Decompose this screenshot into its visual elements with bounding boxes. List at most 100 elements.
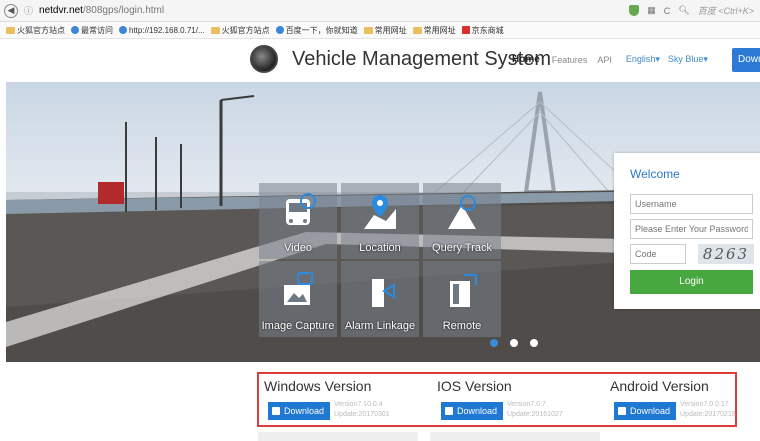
captcha-input[interactable] [630, 244, 686, 264]
track-icon [448, 195, 476, 229]
tile-label: Location [359, 242, 401, 254]
globe-icon [71, 26, 79, 34]
bookmark-item[interactable]: 火狐官方站点 [210, 25, 270, 36]
android-icon [618, 407, 626, 415]
nav-home[interactable]: Home [512, 54, 540, 65]
search-icon: 🔍︎ [678, 5, 690, 15]
windows-download-button[interactable]: Download [268, 402, 330, 420]
below-card [258, 432, 418, 441]
tile-label: Video [284, 242, 312, 254]
tile-image-capture[interactable]: Image Capture [259, 261, 337, 337]
login-welcome: Welcome [630, 167, 680, 181]
paw-icon [275, 26, 284, 34]
version-title: IOS Version [437, 378, 512, 394]
username-input[interactable] [630, 194, 753, 214]
remote-icon [450, 274, 477, 307]
tile-remote[interactable]: Remote [423, 261, 501, 337]
carousel-dot[interactable] [490, 339, 498, 347]
bookmark-item[interactable]: 火狐官方站点 [6, 25, 65, 36]
browser-toolbar-right: ▦ C 🔍︎ 百度 <Ctrl+K> [629, 4, 754, 17]
download-versions: Windows Version Download Version7.10.0.4… [257, 372, 737, 427]
tile-label: Query Track [432, 242, 492, 254]
search-hint[interactable]: 百度 <Ctrl+K> [698, 4, 754, 17]
bookmark-label: 最常访问 [81, 25, 113, 35]
login-panel: Welcome 8263 Login [614, 153, 760, 309]
bookmark-label: 京东商城 [471, 25, 504, 35]
login-button[interactable]: Login [630, 270, 753, 294]
version-ios: IOS Version Download Version7.0.7 Update:… [437, 378, 563, 420]
bookmark-item[interactable]: 京东商城 [461, 25, 504, 36]
version-update: Update:20170301 [334, 411, 390, 418]
url-path: /808gps/login.html [82, 5, 165, 16]
version-meta: Version7.10.0.4 Update:20170301 [334, 400, 390, 420]
url-field[interactable]: netdvr.net/808gps/login.html [39, 5, 164, 16]
reload-icon[interactable]: C [664, 6, 671, 16]
version-number: Version7.0.0.17 [680, 401, 729, 408]
globe-icon [119, 26, 127, 34]
below-card [430, 432, 600, 441]
version-android: Android Version Download Version7.0.0.17… [610, 378, 736, 420]
language-dropdown[interactable]: English▾ [626, 54, 660, 65]
tile-video[interactable]: Video [259, 183, 337, 259]
browser-url-bar: ◀ ⓘ netdvr.net/808gps/login.html ▦ C 🔍︎ … [0, 0, 760, 22]
version-update: Update:20161027 [507, 411, 563, 418]
version-meta: Version7.0.0.17 Update:20170218 [680, 400, 736, 420]
lamp-arm [220, 95, 255, 101]
tile-location[interactable]: Location [341, 183, 419, 259]
bookmark-label: 火狐官方站点 [17, 25, 65, 35]
ios-download-button[interactable]: Download [441, 402, 503, 420]
folder-icon [210, 26, 220, 34]
tile-alarm-linkage[interactable]: Alarm Linkage [341, 261, 419, 337]
jd-icon [461, 26, 470, 34]
logo-icon[interactable] [250, 45, 278, 73]
windows-icon [272, 407, 280, 415]
folder-icon [6, 26, 15, 34]
carousel-dot[interactable] [530, 339, 538, 347]
bookmark-item[interactable]: 百度一下，你就知道 [275, 25, 358, 36]
bookmarks-bar: 火狐官方站点 最常访问 http://192.168.0.71/... 火狐官方… [0, 22, 760, 39]
download-label: Download [457, 406, 498, 416]
camera-icon [284, 272, 313, 305]
truck [98, 182, 124, 204]
download-label: Download [284, 406, 325, 416]
theme-dropdown[interactable]: Sky Blue▾ [668, 54, 708, 65]
bookmark-item[interactable]: 常用网址 [363, 25, 407, 36]
folder-icon [412, 26, 422, 34]
bookmark-item[interactable]: 常用网址 [412, 25, 456, 36]
android-download-button[interactable]: Download [614, 402, 676, 420]
back-icon[interactable]: ◀ [4, 3, 18, 18]
apple-icon [445, 407, 453, 415]
version-number: Version7.0.7 [507, 401, 546, 408]
tile-label: Image Capture [261, 320, 335, 332]
captcha-image[interactable]: 8263 [698, 244, 754, 264]
version-windows: Windows Version Download Version7.10.0.4… [264, 378, 390, 420]
carousel-dot[interactable] [510, 339, 518, 347]
grid-icon[interactable]: ▦ [647, 5, 656, 16]
site-info-icon[interactable]: ⓘ [24, 4, 33, 17]
tile-label: Alarm Linkage [344, 320, 416, 332]
bookmark-label: 常用网址 [374, 25, 407, 35]
alarm-icon [372, 279, 395, 307]
page-root: ◀ ⓘ netdvr.net/808gps/login.html ▦ C 🔍︎ … [0, 0, 760, 441]
bookmark-item[interactable]: 最常访问 [71, 25, 113, 36]
bus-icon [286, 193, 316, 225]
version-number: Version7.10.0.4 [334, 401, 383, 408]
header-download-button[interactable]: Downl [732, 48, 760, 72]
folder-icon [363, 26, 373, 34]
shield-icon[interactable] [629, 5, 640, 16]
nav-features[interactable]: Features [552, 55, 588, 65]
tile-label: Remote [442, 320, 482, 332]
tile-query-track[interactable]: Query Track [423, 183, 501, 259]
carousel-indicators [490, 339, 538, 347]
nav-api[interactable]: API [597, 55, 612, 65]
version-meta: Version7.0.7 Update:20161027 [507, 400, 563, 420]
bridge-tower [523, 91, 557, 194]
url-host: netdvr.net [39, 5, 83, 16]
password-input[interactable] [630, 219, 753, 239]
bookmark-label: 火狐官方站点 [221, 25, 270, 35]
bookmark-item[interactable]: http://192.168.0.71/... [119, 26, 205, 35]
download-label: Download [630, 406, 671, 416]
bookmark-label: http://192.168.0.71/... [129, 25, 205, 35]
main-nav: Home Features API English▾ Sky Blue▾ [512, 54, 708, 65]
bookmark-label: 常用网址 [423, 25, 456, 35]
